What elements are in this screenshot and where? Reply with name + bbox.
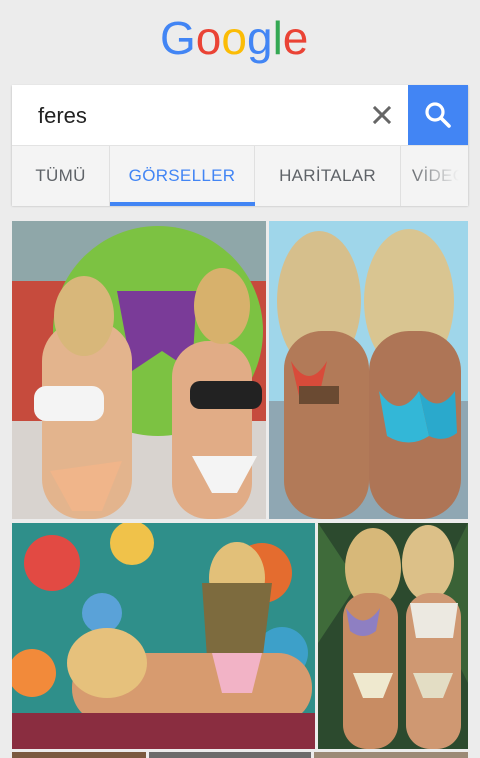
logo-letter: l (273, 12, 283, 64)
logo-letter: G (160, 12, 196, 64)
search-icon (425, 102, 451, 128)
tab-videos[interactable]: VİDEOLAR (401, 146, 468, 206)
tab-all[interactable]: TÜMÜ (12, 146, 110, 206)
search-tabs: TÜMÜ GÖRSELLER HARİTALAR VİDEOLAR (12, 145, 468, 206)
google-logo: Google (0, 12, 480, 64)
image-result-6[interactable] (149, 752, 311, 758)
active-tab-indicator (110, 202, 255, 206)
logo-letter: o (196, 12, 222, 64)
search-button[interactable] (408, 85, 468, 145)
search-input[interactable] (36, 85, 360, 147)
tab-maps[interactable]: HARİTALAR (255, 146, 401, 206)
image-result-7[interactable] (314, 752, 468, 758)
svg-text:Google: Google (160, 12, 308, 64)
logo-letter: e (283, 12, 309, 64)
logo-letter: o (221, 12, 247, 64)
close-icon (372, 105, 392, 125)
logo-letter: g (247, 12, 273, 64)
image-result-4[interactable] (318, 523, 468, 749)
image-result-3[interactable] (12, 523, 315, 749)
search-bar (12, 85, 468, 147)
tab-images[interactable]: GÖRSELLER (110, 146, 255, 206)
image-result-2[interactable] (269, 221, 468, 519)
image-result-5[interactable] (12, 752, 146, 758)
search-card: TÜMÜ GÖRSELLER HARİTALAR VİDEOLAR (12, 85, 468, 206)
clear-search-button[interactable] (362, 95, 402, 135)
image-result-1[interactable] (12, 221, 266, 519)
